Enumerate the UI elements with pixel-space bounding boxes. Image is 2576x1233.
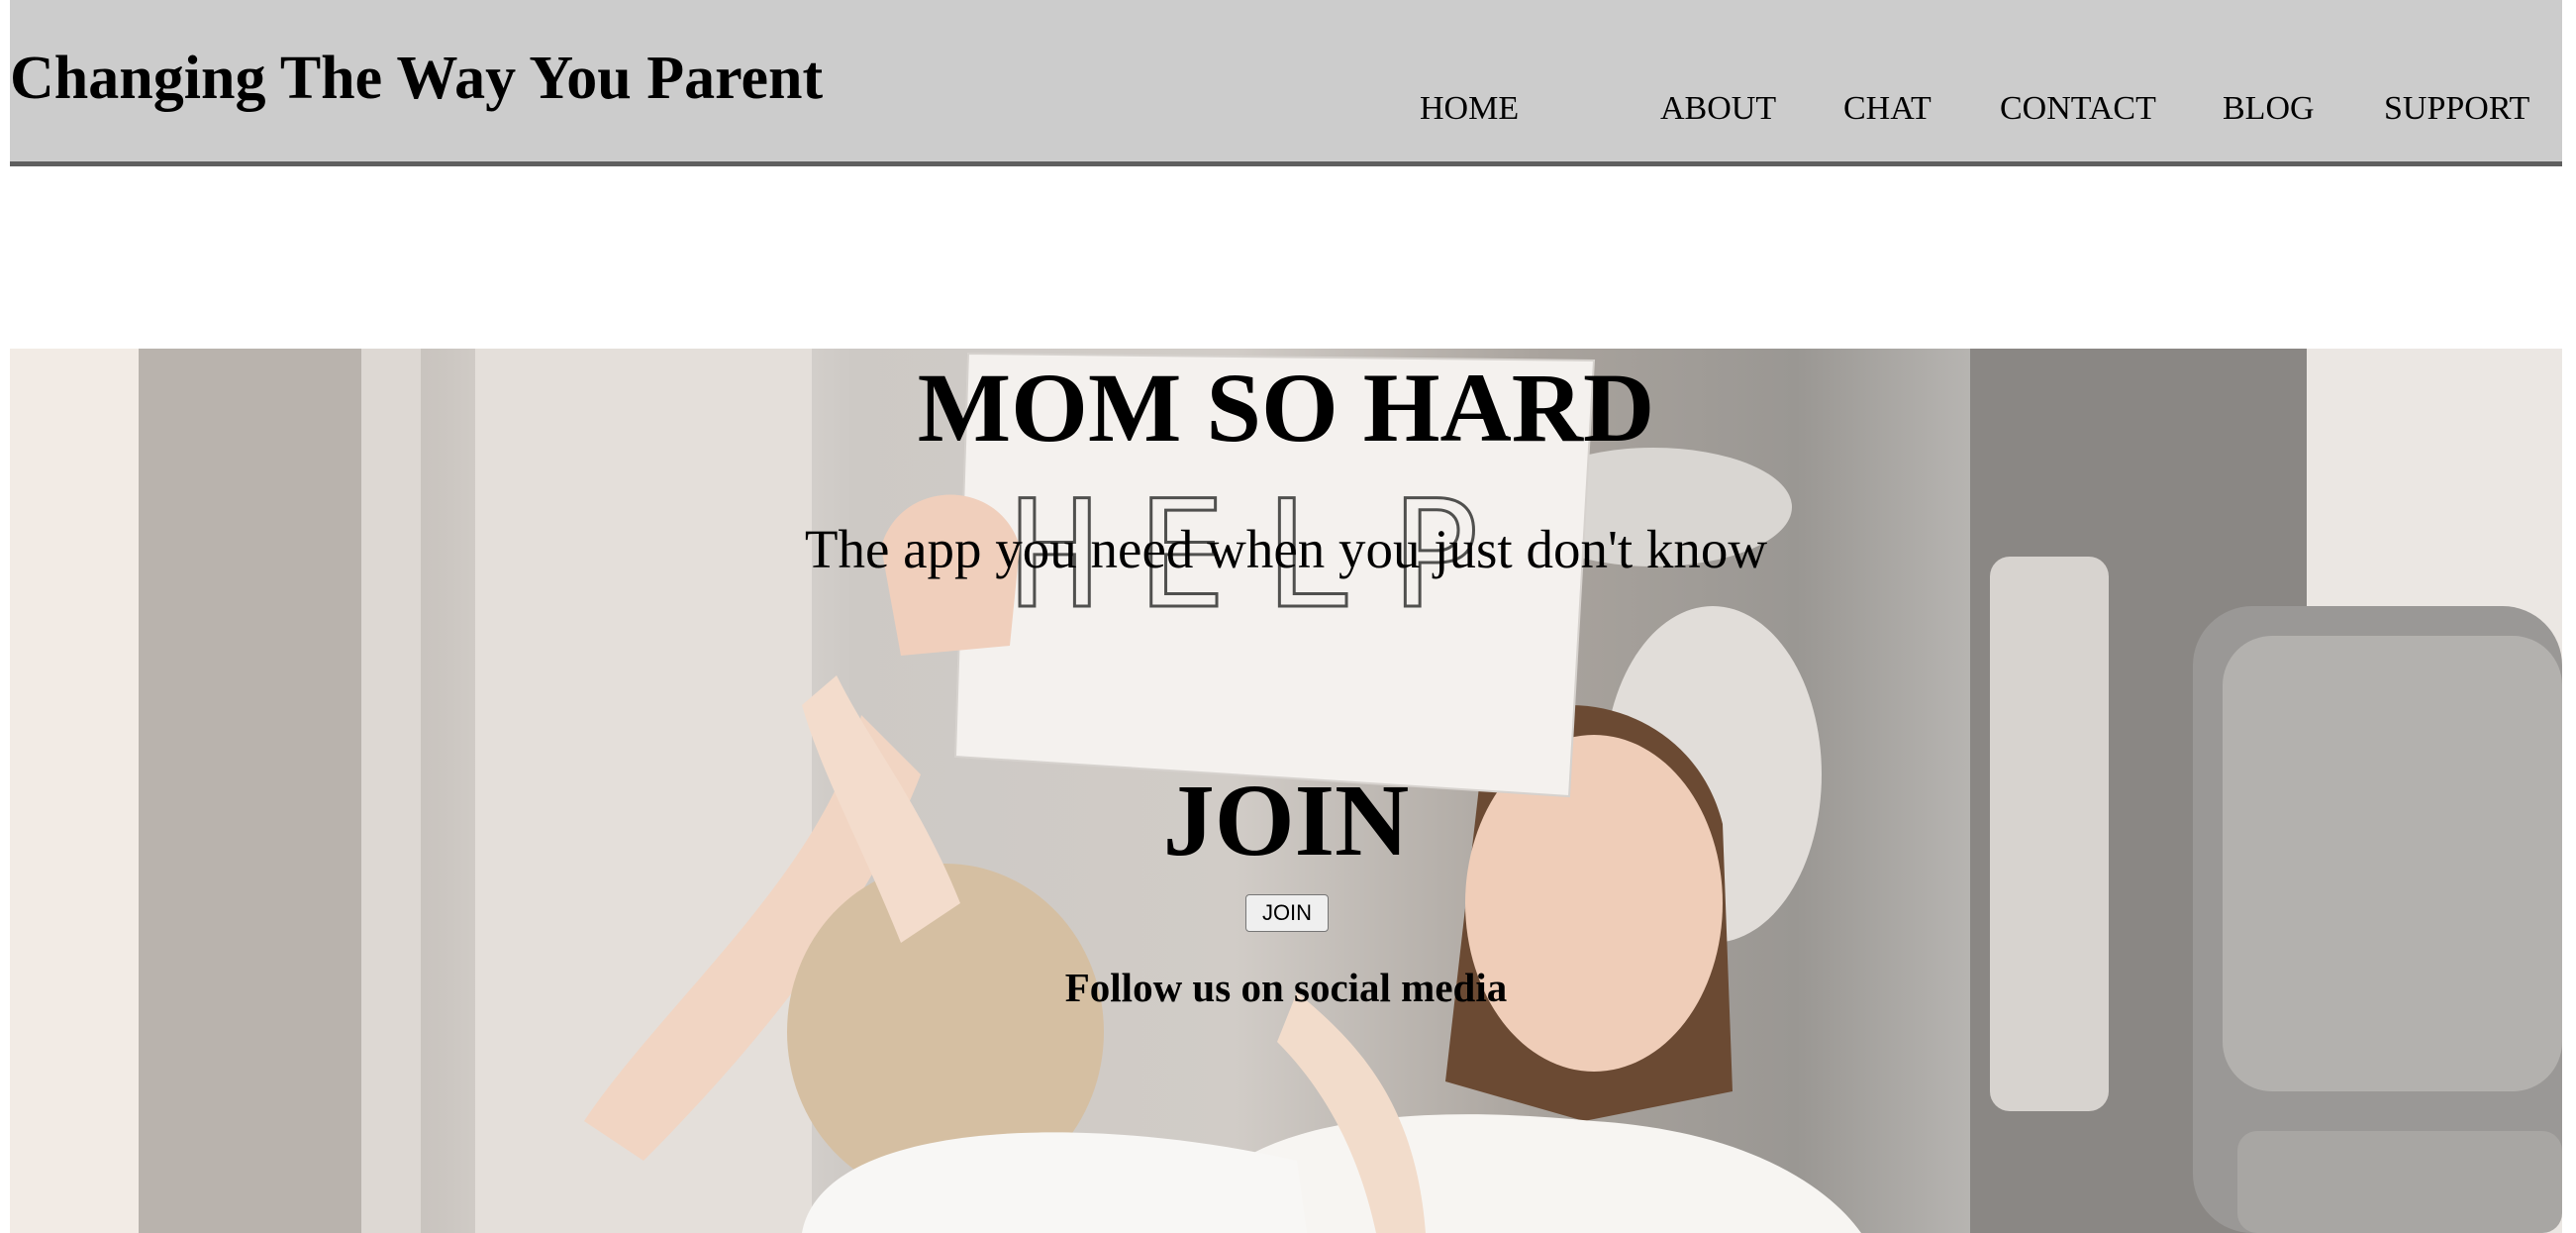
hero-subtitle: The app you need when you just don't kno… (804, 519, 1768, 579)
nav-contact[interactable]: CONTACT (2000, 87, 2156, 131)
hero-title: MOM SO HARD (917, 353, 1655, 462)
join-heading: JOIN (1162, 764, 1410, 877)
social-heading: Follow us on social media (1064, 965, 1508, 1010)
join-button[interactable]: JOIN (1245, 894, 1329, 932)
nav-home[interactable]: HOME (1420, 87, 1519, 131)
nav-blog[interactable]: BLOG (2223, 87, 2315, 131)
nav-support[interactable]: SUPPORT (2384, 87, 2529, 131)
site-header: Changing The Way You Parent HOME ABOUT C… (10, 0, 2562, 166)
nav-chat[interactable]: CHAT (1843, 87, 1932, 131)
nav-about[interactable]: ABOUT (1660, 87, 1776, 131)
hero-section: HELP MOM SO HARD The app you need when y… (10, 349, 2562, 1233)
main-nav: HOME ABOUT CHAT CONTACT BLOG SUPPORT (10, 87, 2562, 131)
